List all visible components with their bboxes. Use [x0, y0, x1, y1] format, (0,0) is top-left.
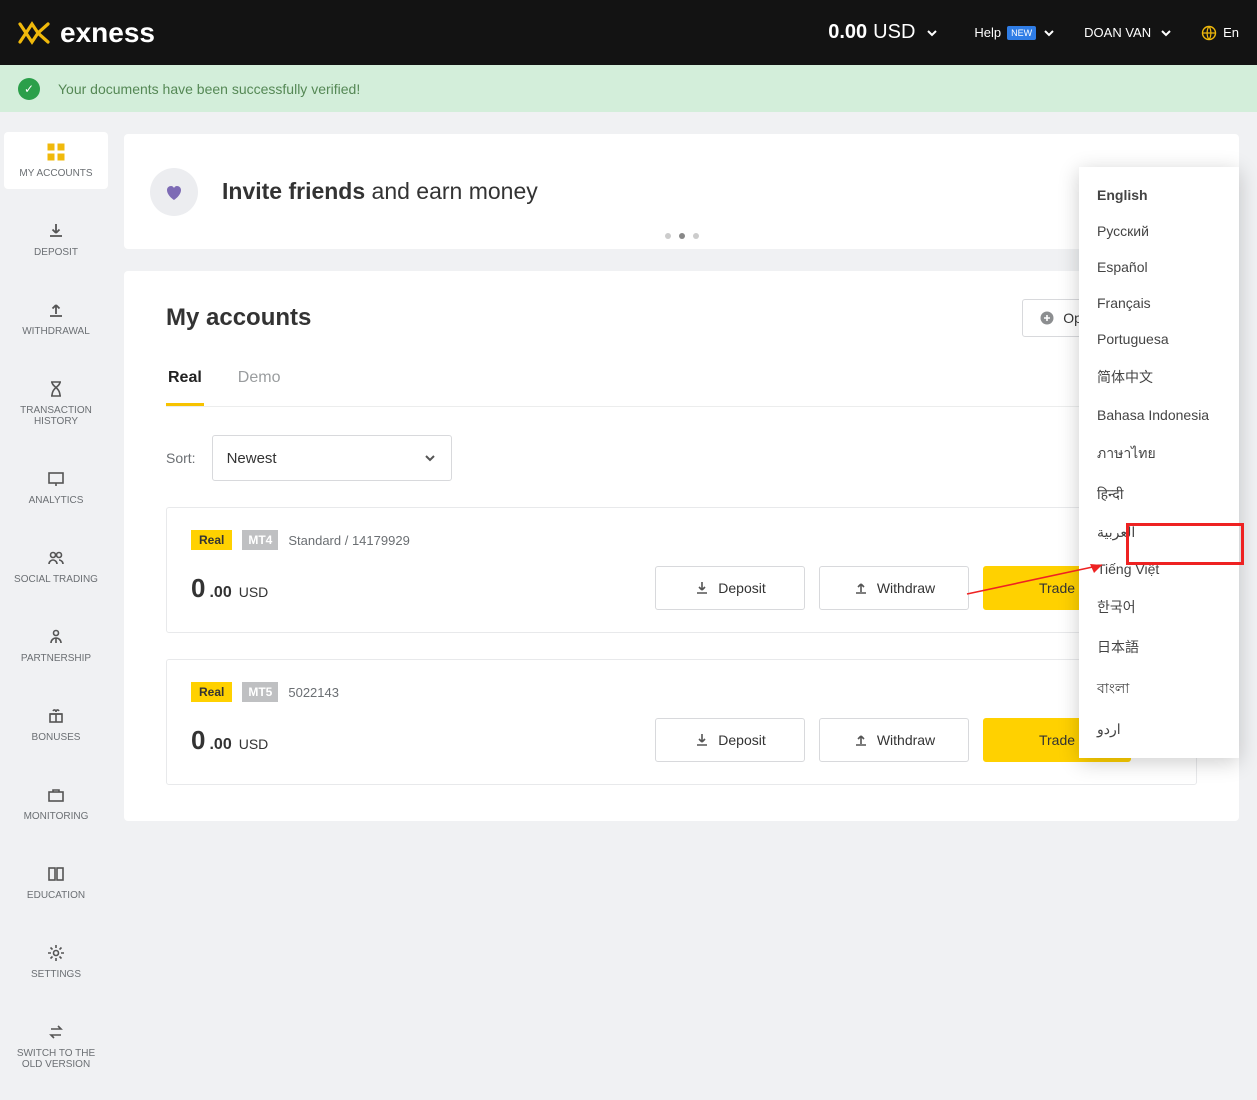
sidebar-item-education[interactable]: EDUCATION: [4, 854, 108, 911]
download-icon: [694, 732, 710, 748]
gift-icon: [46, 706, 66, 726]
heart-icon: [150, 168, 198, 216]
accounts-panel: My accounts Open new account Real Demo S…: [124, 271, 1239, 821]
withdraw-button[interactable]: Withdraw: [819, 566, 969, 610]
chevron-down-icon: [423, 451, 437, 465]
language-option[interactable]: Bahasa Indonesia: [1079, 397, 1239, 433]
chart-icon: [46, 469, 66, 489]
sidebar-item-analytics[interactable]: ANALYTICS: [4, 459, 108, 516]
grid-icon: [46, 142, 66, 162]
panel-title: My accounts: [166, 304, 311, 332]
upload-icon: [853, 580, 869, 596]
balance-display[interactable]: 0.00 USD: [828, 21, 939, 44]
briefcase-icon: [46, 785, 66, 805]
upload-icon: [853, 732, 869, 748]
language-option[interactable]: বাংলা: [1079, 667, 1239, 711]
chevron-down-icon: [1159, 26, 1173, 40]
sidebar-item-transaction-history[interactable]: TRANSACTION HISTORY: [4, 369, 108, 437]
notification-bar: ✓ Your documents have been successfully …: [0, 65, 1257, 112]
banner-pagination[interactable]: [665, 233, 699, 239]
language-option[interactable]: Русский: [1079, 213, 1239, 249]
download-icon: [694, 580, 710, 596]
account-name: Standard / 14179929: [288, 533, 409, 548]
account-balance: 0.00 USD: [191, 725, 268, 756]
sidebar-item-monitoring[interactable]: MONITORING: [4, 775, 108, 832]
brand-text: exness: [60, 17, 155, 49]
tab-real[interactable]: Real: [166, 359, 204, 406]
sidebar-item-partnership[interactable]: PARTNERSHIP: [4, 617, 108, 674]
language-option[interactable]: Tiếng Việt: [1079, 551, 1239, 587]
deposit-button[interactable]: Deposit: [655, 566, 805, 610]
language-dropdown[interactable]: EnglishРусскийEspañolFrançaisPortuguesa简…: [1079, 167, 1239, 758]
dot[interactable]: [665, 233, 671, 239]
sidebar-item-switch-version[interactable]: SWITCH TO THE OLD VERSION: [4, 1012, 108, 1080]
language-option[interactable]: العربية: [1079, 514, 1239, 551]
promo-banner[interactable]: Invite friends and earn money: [124, 134, 1239, 249]
user-menu[interactable]: DOAN VAN: [1084, 25, 1173, 40]
check-icon: ✓: [18, 78, 40, 100]
account-tabs: Real Demo: [166, 359, 1197, 407]
sort-select[interactable]: Newest: [212, 435, 452, 481]
partnership-icon: [46, 627, 66, 647]
account-name: 5022143: [288, 685, 339, 700]
sort-label: Sort:: [166, 450, 196, 466]
sidebar-item-social-trading[interactable]: SOCIAL TRADING: [4, 538, 108, 595]
badge-platform: MT4: [242, 530, 278, 550]
sidebar: MY ACCOUNTS DEPOSIT WITHDRAWAL TRANSACTI…: [0, 112, 112, 1100]
language-option[interactable]: Portuguesa: [1079, 321, 1239, 357]
withdraw-button[interactable]: Withdraw: [819, 718, 969, 762]
badge-real: Real: [191, 682, 232, 702]
deposit-button[interactable]: Deposit: [655, 718, 805, 762]
language-option[interactable]: Español: [1079, 249, 1239, 285]
download-icon: [46, 221, 66, 241]
account-card: Real MT5 5022143 0.00 USD Deposit Withdr…: [166, 659, 1197, 785]
sidebar-item-settings[interactable]: SETTINGS: [4, 933, 108, 990]
swap-icon: [46, 1022, 66, 1042]
tab-demo[interactable]: Demo: [236, 359, 283, 406]
language-option[interactable]: हिन्दी: [1079, 475, 1239, 514]
dot-active[interactable]: [679, 233, 685, 239]
language-option[interactable]: Français: [1079, 285, 1239, 321]
sidebar-item-bonuses[interactable]: BONUSES: [4, 696, 108, 753]
dot[interactable]: [693, 233, 699, 239]
account-card: Real MT4 Standard / 14179929 0.00 USD De…: [166, 507, 1197, 633]
language-option[interactable]: ภาษาไทย: [1079, 433, 1239, 475]
language-selector[interactable]: En: [1201, 25, 1239, 41]
language-option[interactable]: English: [1079, 177, 1239, 213]
notification-text: Your documents have been successfully ve…: [58, 81, 360, 97]
account-balance: 0.00 USD: [191, 573, 268, 604]
badge-platform: MT5: [242, 682, 278, 702]
chevron-down-icon: [925, 26, 939, 40]
language-option[interactable]: 日本語: [1079, 627, 1239, 667]
globe-icon: [1201, 25, 1217, 41]
language-option[interactable]: اردو: [1079, 711, 1239, 748]
language-option[interactable]: 简体中文: [1079, 357, 1239, 397]
sidebar-item-deposit[interactable]: DEPOSIT: [4, 211, 108, 268]
help-menu[interactable]: Help NEW: [974, 25, 1056, 40]
gear-icon: [46, 943, 66, 963]
language-option[interactable]: 한국어: [1079, 587, 1239, 627]
sidebar-item-withdrawal[interactable]: WITHDRAWAL: [4, 290, 108, 347]
logo-icon: [18, 20, 52, 46]
upload-icon: [46, 300, 66, 320]
badge-real: Real: [191, 530, 232, 550]
chevron-down-icon: [1042, 26, 1056, 40]
plus-circle-icon: [1039, 310, 1055, 326]
hourglass-icon: [46, 379, 66, 399]
banner-text: Invite friends and earn money: [222, 178, 538, 205]
book-icon: [46, 864, 66, 884]
sidebar-item-my-accounts[interactable]: MY ACCOUNTS: [4, 132, 108, 189]
users-icon: [46, 548, 66, 568]
topbar: exness 0.00 USD Help NEW DOAN VAN En: [0, 0, 1257, 65]
new-badge: NEW: [1007, 26, 1036, 40]
brand-logo[interactable]: exness: [18, 17, 155, 49]
